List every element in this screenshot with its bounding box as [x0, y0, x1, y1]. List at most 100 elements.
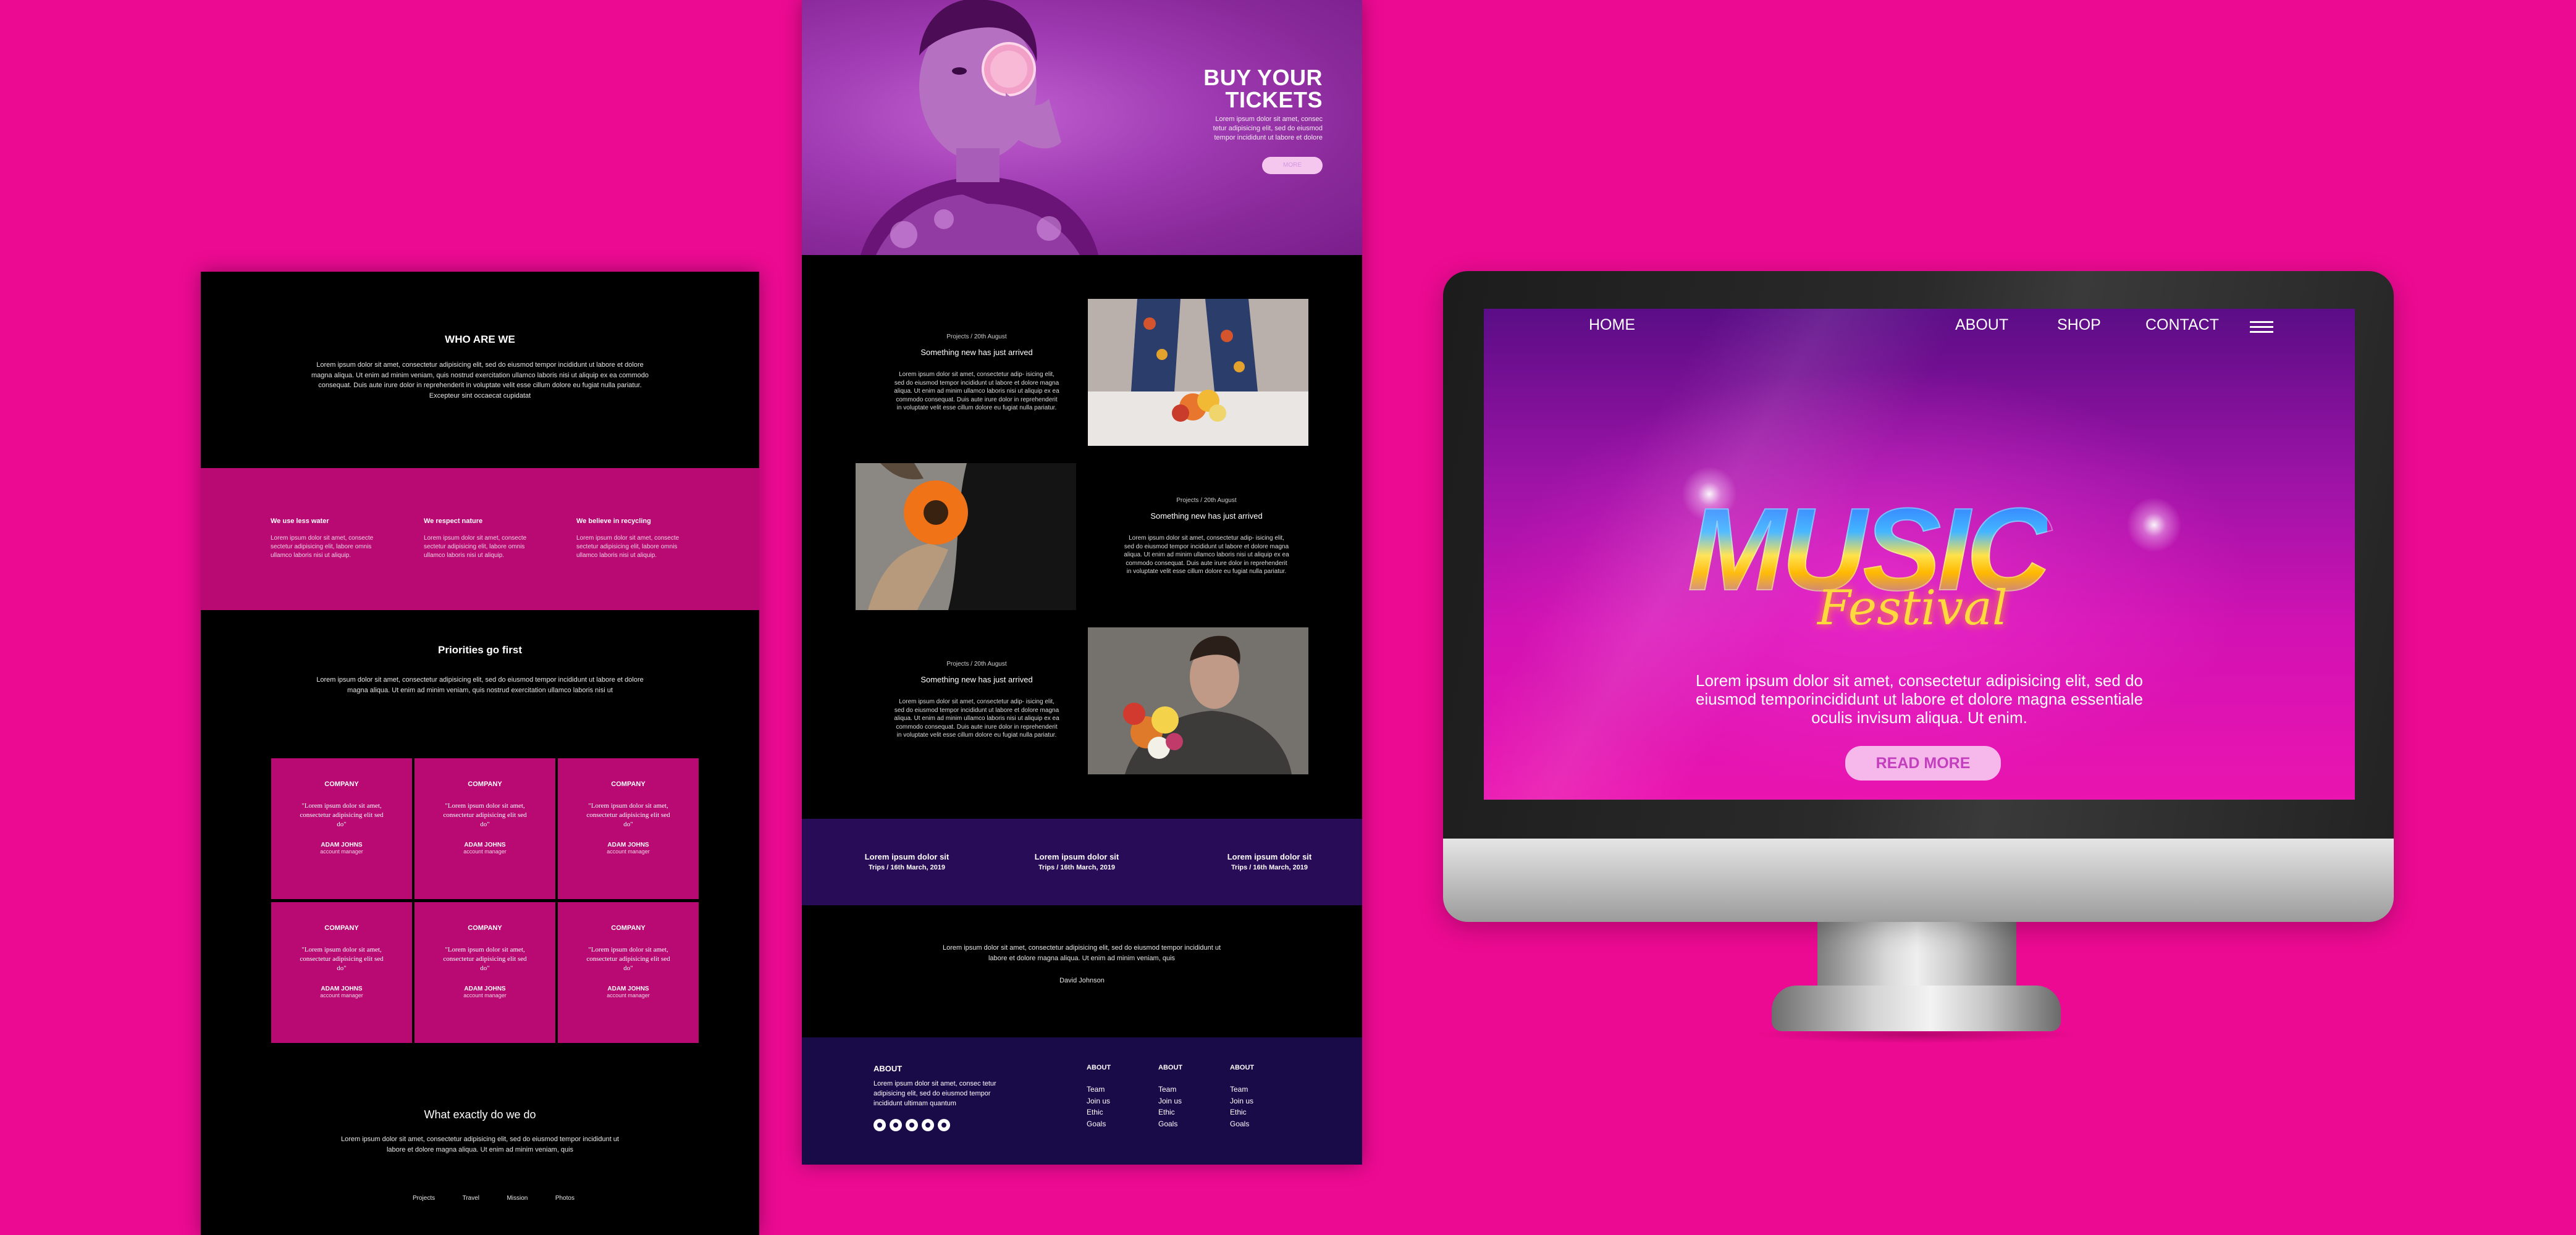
testimonial-quote: "Lorem ipsum dolor sit amet, consectetur… — [300, 802, 384, 828]
what-we-do-text: Lorem ipsum dolor sit amet, consectetur … — [340, 1136, 619, 1153]
post-body: Lorem ipsum dolor sit amet, consectetur … — [1124, 535, 1289, 575]
nav-about[interactable]: ABOUT — [1955, 316, 2008, 334]
value-title: We believe in recycling — [576, 517, 651, 525]
footer-link-join-us[interactable]: Join us — [1087, 1095, 1111, 1107]
testimonial-name: ADAM JOHNS — [607, 841, 649, 848]
post-text-block: Projects / 20th August Something new has… — [893, 661, 1060, 740]
footer-link-team[interactable]: Team — [1230, 1084, 1254, 1095]
testimonial-card: COMPANY "Lorem ipsum dolor sit amet, con… — [558, 902, 699, 1043]
left-webpage-mockup: WHO ARE WE Lorem ipsum dolor sit amet, c… — [201, 272, 759, 1235]
value-title: We respect nature — [424, 517, 483, 525]
snapchat-icon[interactable] — [938, 1119, 950, 1131]
footer-column: ABOUT Team Join us Ethic Goals — [1087, 1064, 1111, 1129]
middle-footer: ABOUT Lorem ipsum dolor sit amet, consec… — [802, 1037, 1362, 1165]
testimonial-card: COMPANY "Lorem ipsum dolor sit amet, con… — [415, 758, 555, 899]
testimonial-quote: "Lorem ipsum dolor sit amet, consectetur… — [586, 946, 670, 972]
testimonial-name: ADAM JOHNS — [464, 985, 506, 992]
testimonial-role: account manager — [320, 992, 363, 998]
twitter-icon[interactable] — [906, 1119, 918, 1131]
hero-title-line-2: TICKETS — [1225, 87, 1323, 112]
value-text: Lorem ipsum dolor sit amet, consecte sec… — [271, 535, 374, 559]
post-image-flowers-table[interactable] — [1088, 299, 1308, 446]
footer-link-ethic[interactable]: Ethic — [1230, 1107, 1254, 1118]
middle-webpage-mockup: BUY YOUR TICKETS Lorem ipsum dolor sit a… — [802, 0, 1362, 1165]
footer-column-title: ABOUT — [1230, 1064, 1255, 1071]
testimonial-card: COMPANY "Lorem ipsum dolor sit amet, con… — [415, 902, 555, 1043]
testimonial-company: COMPANY — [611, 924, 646, 932]
priorities-text: Lorem ipsum dolor sit amet, consectetur … — [316, 676, 644, 694]
what-we-do-title: What exactly do we do — [424, 1108, 536, 1121]
trips-band: Lorem ipsum dolor sit Trips / 16th March… — [802, 819, 1362, 905]
screen-intro-text: Lorem ipsum dolor sit amet, consectetur … — [1695, 671, 2144, 727]
footer-column: ABOUT Team Join us Ethic Goals — [1158, 1064, 1182, 1129]
testimonial-role: account manager — [607, 848, 650, 855]
value-text: Lorem ipsum dolor sit amet, consecte sec… — [576, 535, 680, 559]
facebook-icon[interactable] — [873, 1119, 886, 1131]
footer-link-team[interactable]: Team — [1158, 1084, 1182, 1095]
testimonial-quote: "Lorem ipsum dolor sit amet, consectetur… — [443, 946, 527, 972]
values-band: We use less water Lorem ipsum dolor sit … — [201, 468, 759, 610]
footer-link-goals[interactable]: Goals — [1087, 1118, 1111, 1130]
social-icons — [873, 1119, 954, 1134]
footer-link-ethic[interactable]: Ethic — [1158, 1107, 1182, 1118]
testimonial-quote: "Lorem ipsum dolor sit amet, consectetur… — [586, 802, 670, 828]
hero-more-button[interactable]: MORE — [1262, 157, 1323, 174]
post-meta: Projects / 20th August — [946, 333, 1007, 340]
trip-title: Lorem ipsum dolor sit — [1227, 852, 1312, 861]
post-body: Lorem ipsum dolor sit amet, consectetur … — [894, 371, 1059, 411]
trip-item[interactable]: Lorem ipsum dolor sit Trips / 16th March… — [1015, 852, 1139, 871]
post-text-block: Projects / 20th August Something new has… — [893, 333, 1060, 412]
testimonial-company: COMPANY — [324, 924, 359, 932]
testimonial-name: ADAM JOHNS — [607, 985, 649, 992]
footer-link-join-us[interactable]: Join us — [1158, 1095, 1182, 1107]
testimonial-name: ADAM JOHNS — [321, 841, 363, 848]
value-item: We believe in recycling Lorem ipsum dolo… — [576, 517, 700, 560]
post-title[interactable]: Something new has just arrived — [893, 675, 1060, 684]
post-image-tattooed-man-flowers-art — [1088, 627, 1308, 774]
post-title[interactable]: Something new has just arrived — [893, 348, 1060, 357]
footer-link-goals[interactable]: Goals — [1230, 1118, 1254, 1130]
monitor-chin — [1443, 839, 2394, 922]
footer-link-team[interactable]: Team — [1087, 1084, 1111, 1095]
trip-item[interactable]: Lorem ipsum dolor sit Trips / 16th March… — [1208, 852, 1331, 871]
testimonial-quote: "Lorem ipsum dolor sit amet, consectetur… — [300, 946, 384, 972]
nav-home[interactable]: HOME — [1589, 316, 1635, 334]
footer-link-travel[interactable]: Travel — [463, 1195, 479, 1202]
hero-title: BUY YOUR TICKETS — [1172, 67, 1323, 111]
trip-item[interactable]: Lorem ipsum dolor sit Trips / 16th March… — [845, 852, 969, 871]
footer-link-join-us[interactable]: Join us — [1230, 1095, 1254, 1107]
value-text: Lorem ipsum dolor sit amet, consecte sec… — [424, 535, 527, 559]
testimonial-card: COMPANY "Lorem ipsum dolor sit amet, con… — [558, 758, 699, 899]
post-meta: Projects / 20th August — [1176, 497, 1237, 504]
testimonial-company: COMPANY — [324, 781, 359, 788]
footer-link-goals[interactable]: Goals — [1158, 1118, 1182, 1130]
monitor-screen: HOME ABOUT SHOP CONTACT MUSIC Festival L… — [1484, 309, 2355, 800]
value-title: We use less water — [271, 517, 329, 525]
hero-text: Lorem ipsum dolor sit amet, consec tetur… — [1213, 115, 1323, 141]
footer-link-mission[interactable]: Mission — [507, 1195, 528, 1202]
post-text-block: Projects / 20th August Something new has… — [1123, 497, 1290, 576]
value-item: We use less water Lorem ipsum dolor sit … — [271, 517, 394, 560]
post-title[interactable]: Something new has just arrived — [1123, 511, 1290, 521]
trip-date: Trips / 16th March, 2019 — [1038, 864, 1116, 871]
instagram-icon[interactable] — [890, 1119, 902, 1131]
youtube-icon[interactable] — [922, 1119, 934, 1131]
trip-date: Trips / 16th March, 2019 — [868, 864, 946, 871]
nav-shop[interactable]: SHOP — [2057, 316, 2101, 334]
footer-column-title: ABOUT — [1158, 1064, 1183, 1071]
read-more-button[interactable]: READ MORE — [1845, 746, 2001, 781]
footer-column-title: ABOUT — [1087, 1064, 1111, 1071]
footer-link-projects[interactable]: Projects — [413, 1195, 435, 1202]
post-image-tattooed-man-flowers[interactable] — [1088, 627, 1308, 774]
testimonial-name: ADAM JOHNS — [321, 985, 363, 992]
post-image-orange-flower[interactable] — [856, 463, 1076, 610]
testimonial-company: COMPANY — [468, 781, 502, 788]
footer-about-title: ABOUT — [873, 1064, 903, 1073]
trip-title: Lorem ipsum dolor sit — [1034, 852, 1119, 861]
nav-contact[interactable]: CONTACT — [2145, 316, 2219, 334]
footer-link-ethic[interactable]: Ethic — [1087, 1107, 1111, 1118]
priorities-title: Priorities go first — [437, 644, 523, 656]
hamburger-menu-icon[interactable] — [2250, 321, 2273, 333]
footer-link-photos[interactable]: Photos — [555, 1195, 575, 1202]
quote-text: Lorem ipsum dolor sit amet, consectetur … — [943, 944, 1221, 962]
